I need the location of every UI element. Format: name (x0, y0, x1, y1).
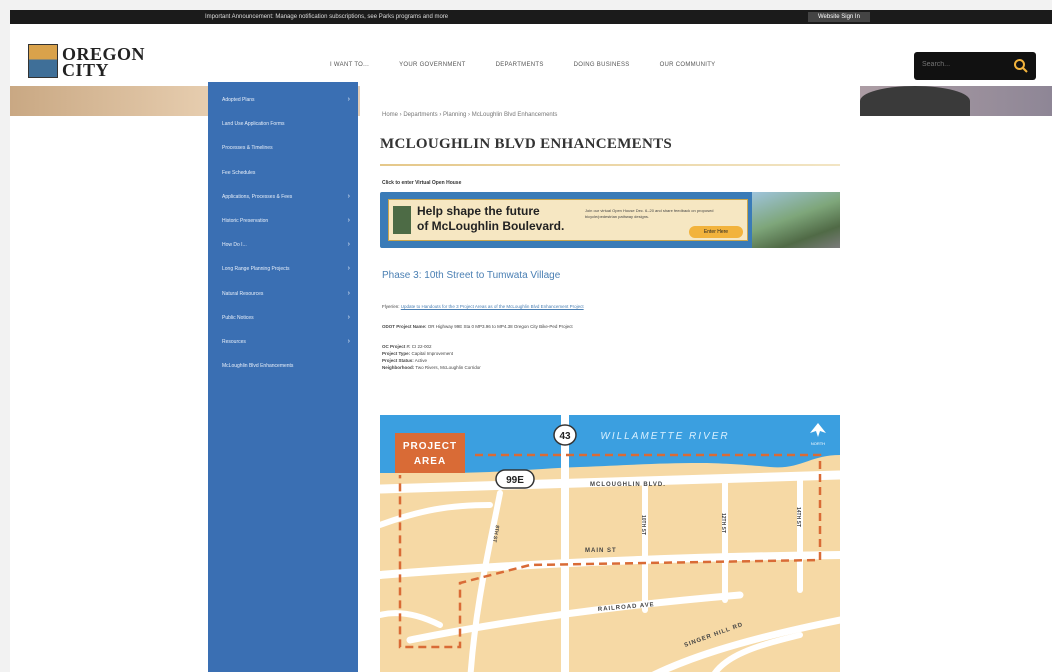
sidebar-item-adopted-plans[interactable]: Adopted Plans › (208, 88, 358, 112)
banner-headline-1: Help shape the future (417, 204, 540, 218)
alert-bar: Important Announcement: Manage notificat… (10, 10, 1052, 24)
banner-photo-icon (393, 206, 411, 234)
neighborhood-line: Neighborhood: Two Rivers, McLoughlin Cor… (382, 365, 481, 370)
breadcrumb[interactable]: Home › Departments › Planning › McLoughl… (382, 112, 557, 118)
oc-value: CI 22-002 (411, 344, 432, 349)
type-label: Project Type: (382, 351, 411, 356)
banner-blurb: Join our virtual Open House Dec. 6–20 an… (585, 208, 714, 219)
sidebar-item-label: Long Range Planning Projects (222, 266, 290, 273)
sidebar-item-public-notices[interactable]: Public Notices › (208, 306, 358, 330)
sidebar-item-label: How Do I... (222, 242, 247, 249)
nav-item-our-community[interactable]: OUR COMMUNITY (660, 62, 716, 68)
main-content: Home › Departments › Planning › McLoughl… (360, 82, 860, 672)
project-area-label-box (395, 433, 465, 473)
chevron-right-icon: › (347, 216, 350, 224)
project-area-label-2: AREA (414, 456, 446, 467)
highway-43-label: 43 (559, 431, 571, 442)
type-value: Capital Improvement (411, 351, 453, 356)
sidebar-item-applications-fees[interactable]: Applications, Processes & Fees › (208, 185, 358, 209)
flyer-line: Flyer/en: Update to Handouts for the 3 P… (382, 304, 584, 309)
street-label-main: MAIN ST (585, 548, 617, 554)
river-label: WILLAMETTE RIVER (600, 431, 729, 442)
sidebar-item-processes-timelines[interactable]: Processes & Timelines (208, 136, 358, 160)
street-label-mcloughlin: MCLOUGHLIN BLVD. (590, 482, 666, 488)
chevron-right-icon: › (347, 337, 350, 345)
sidebar-item-label: Resources (222, 338, 246, 345)
odot-value: OR Highway 99E Sta 0 MP3.96 to MP4.38 Or… (427, 324, 573, 329)
sidebar-item-natural-resources[interactable]: Natural Resources › (208, 282, 358, 306)
logo-mark-icon (28, 44, 58, 78)
street-label-12th: 12TH ST (720, 513, 726, 533)
highway-99e-label: 99E (506, 475, 524, 486)
neighborhood-label: Neighborhood: (382, 365, 415, 370)
street-label-10th: 10TH ST (640, 515, 646, 535)
street-label-14th: 14TH ST (795, 507, 801, 527)
website-sign-in-button[interactable]: Website Sign In (808, 12, 870, 22)
banner-headline-2: of McLoughlin Boulevard. (417, 219, 565, 233)
flyer-label: Flyer/en: (382, 304, 400, 309)
sidebar-item-label: Natural Resources (222, 290, 264, 297)
main-nav: I WANT TO... YOUR GOVERNMENT DEPARTMENTS… (330, 62, 715, 68)
search-box (914, 52, 1036, 80)
sidebar-item-historic-preservation[interactable]: Historic Preservation › (208, 209, 358, 233)
chevron-right-icon: › (347, 313, 350, 321)
banner-label: Click to enter Virtual Open House (382, 180, 462, 186)
sidebar-item-label: Historic Preservation (222, 217, 269, 224)
site-header: OREGON CITY I WANT TO... YOUR GOVERNMENT… (10, 24, 1052, 86)
chevron-right-icon: › (347, 96, 350, 103)
chevron-right-icon: › (347, 289, 350, 297)
status-label: Project Status: (382, 358, 414, 363)
flyer-link[interactable]: Update to Handouts for the 3 Project Are… (401, 304, 584, 309)
sidebar-item-resources[interactable]: Resources › (208, 330, 358, 354)
chevron-right-icon: › (347, 241, 350, 249)
open-house-banner[interactable]: Help shape the future of McLoughlin Boul… (380, 192, 840, 248)
sidebar-item-long-range-planning[interactable]: Long Range Planning Projects › (208, 257, 358, 281)
sidebar-item-label: Land Use Application Forms (222, 121, 285, 128)
nav-item-departments[interactable]: DEPARTMENTS (496, 62, 544, 68)
sidebar-item-label: Adopted Plans (222, 97, 255, 103)
sidebar-nav: Adopted Plans › Land Use Application Form… (208, 82, 358, 672)
status-value: Active (414, 358, 428, 363)
alert-message[interactable]: Important Announcement: Manage notificat… (205, 10, 448, 24)
sidebar-item-fee-schedules[interactable]: Fee Schedules (208, 161, 358, 185)
sidebar-item-how-do-i[interactable]: How Do I... › (208, 233, 358, 257)
phase-heading: Phase 3: 10th Street to Tumwata Village (382, 270, 561, 281)
sidebar-item-land-use-forms[interactable]: Land Use Application Forms (208, 112, 358, 136)
nav-item-i-want-to[interactable]: I WANT TO... (330, 62, 369, 68)
project-type-line: Project Type: Capital Improvement (382, 351, 453, 356)
hero-hill (860, 86, 970, 116)
north-label: NORTH (811, 441, 825, 446)
oc-project-line: OC Project #: CI 22-002 (382, 344, 432, 349)
chevron-right-icon: › (347, 192, 350, 200)
page-title: MCLOUGHLIN BLVD ENHANCEMENTS (380, 136, 673, 152)
chevron-right-icon: › (347, 265, 350, 273)
browser-viewport: Important Announcement: Manage notificat… (10, 10, 1052, 672)
sidebar-item-label: Applications, Processes & Fees (222, 193, 293, 200)
nav-item-doing-business[interactable]: DOING BUSINESS (574, 62, 630, 68)
enter-here-button[interactable]: Enter Here (689, 226, 743, 238)
sidebar-item-label: McLoughlin Blvd Enhancements (222, 363, 294, 370)
sidebar-item-label: Processes & Timelines (222, 145, 273, 152)
nav-item-your-government[interactable]: YOUR GOVERNMENT (399, 62, 466, 68)
neighborhood-value: Two Rivers, McLoughlin Corridor (415, 365, 481, 370)
logo-text-line2: CITY (62, 60, 110, 80)
sidebar-item-mcloughlin-blvd[interactable]: McLoughlin Blvd Enhancements (208, 354, 358, 378)
project-area-map: PROJECT AREA 43 99E WILLAMETTE RIVER NOR… (380, 415, 840, 672)
odot-label: ODOT Project Name: (382, 324, 427, 329)
title-divider (380, 164, 840, 166)
oc-label: OC Project #: (382, 344, 411, 349)
site-logo[interactable]: OREGON CITY (28, 44, 158, 80)
banner-photo (752, 192, 840, 248)
project-area-label-1: PROJECT (403, 441, 457, 452)
search-input[interactable] (922, 61, 1002, 68)
sidebar-item-label: Fee Schedules (222, 169, 256, 176)
search-icon[interactable] (1012, 57, 1030, 75)
sidebar-item-label: Public Notices (222, 314, 254, 321)
banner-panel: Help shape the future of McLoughlin Boul… (388, 199, 748, 241)
project-status-line: Project Status: Active (382, 358, 427, 363)
odot-line: ODOT Project Name: OR Highway 99E Sta 0 … (382, 324, 573, 329)
